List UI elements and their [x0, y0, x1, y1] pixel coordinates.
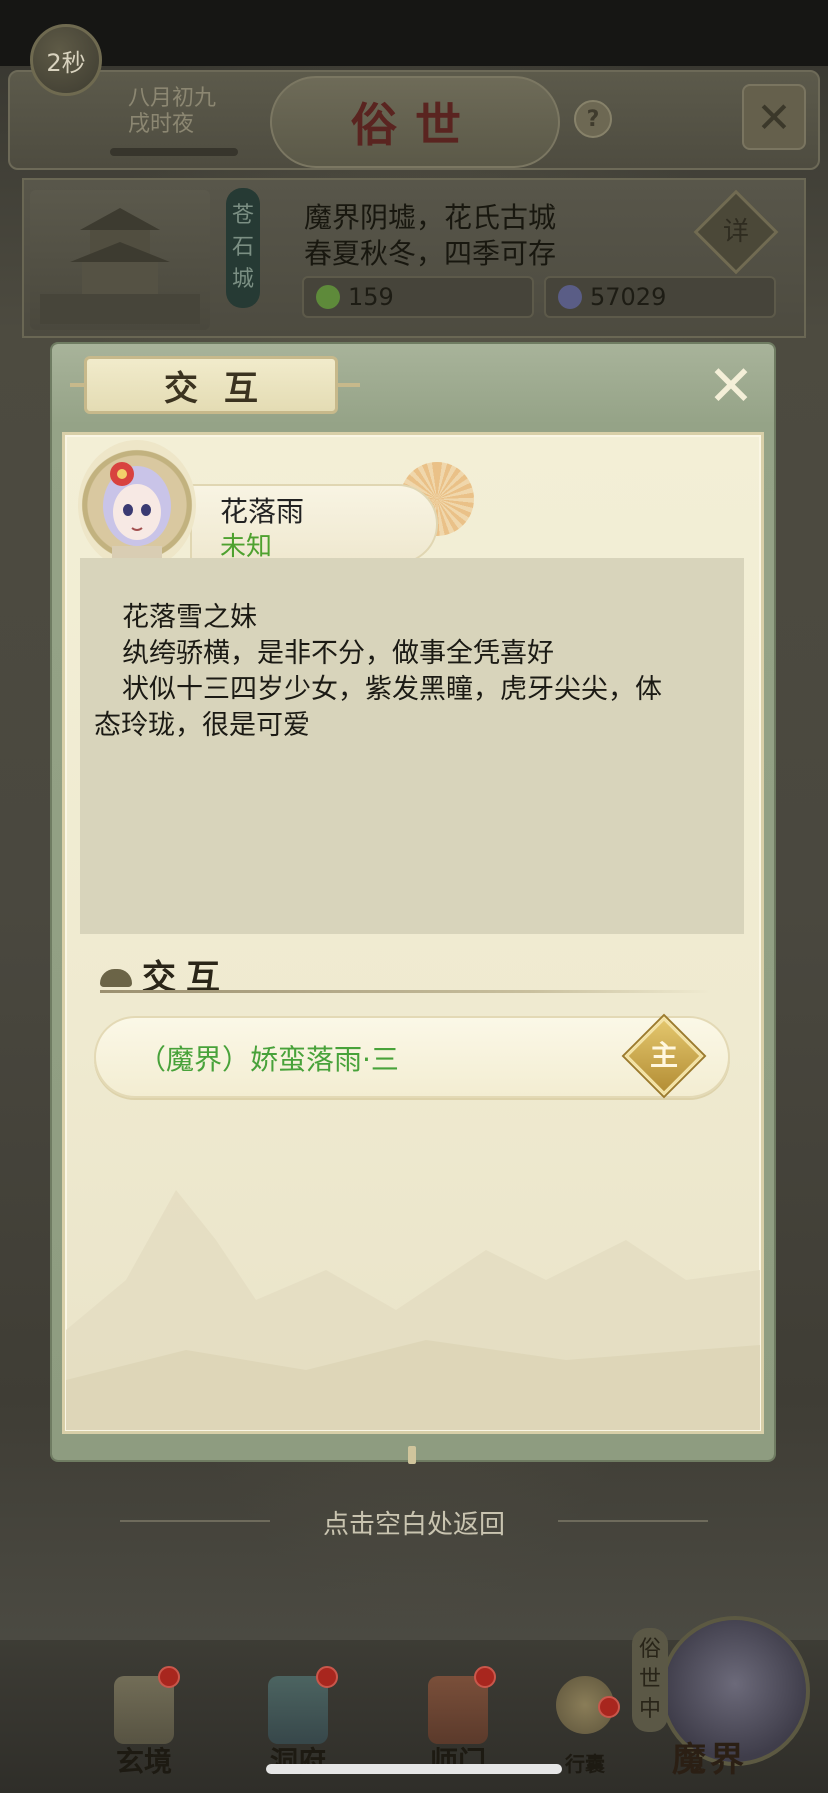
description-line: 状似十三四岁少女，紫发黑瞳，虎牙尖尖，体: [122, 674, 662, 705]
nav-label: 洞府: [269, 1745, 326, 1778]
timer-text: 2秒: [46, 48, 86, 77]
notification-dot: [158, 1666, 180, 1688]
timer-badge: 2秒: [30, 24, 102, 96]
castle-illustration: [30, 190, 210, 330]
pavilion-icon: [268, 1676, 328, 1744]
nav-item-xuanjing[interactable]: 玄境: [96, 1676, 192, 1778]
resource-coin: 57029: [544, 276, 776, 318]
leaf-icon: [316, 285, 340, 309]
home-indicator[interactable]: [266, 1764, 562, 1774]
detail-label: 详: [722, 217, 749, 247]
nav-item-xingnang[interactable]: 行囊: [540, 1676, 630, 1776]
main-quest-badge-text: 主: [649, 1039, 678, 1072]
city-char: 城: [231, 267, 254, 292]
page-title: 俗世: [270, 76, 560, 168]
city-char: 石: [231, 235, 254, 260]
mountain-decoration: [66, 1190, 760, 1430]
castle-icon: [40, 208, 200, 324]
description-line: 花落雪之妹: [122, 602, 257, 633]
time-progress-bar: [110, 148, 238, 156]
modal-title-text: 交互: [164, 368, 284, 409]
help-glyph: ?: [586, 106, 600, 132]
nav-label: 师门: [429, 1745, 486, 1778]
calendar-date: 八月初九 戌时夜: [128, 86, 216, 138]
location-desc-line: 魔界阴墟，花氏古城: [304, 201, 557, 234]
page-title-text: 俗世: [351, 98, 479, 152]
location-description: 魔界阴墟，花氏古城 春夏秋冬，四季可存: [304, 200, 556, 272]
resource-value: 57029: [590, 283, 667, 311]
help-icon[interactable]: ?: [574, 100, 612, 138]
location-desc-line: 春夏秋冬，四季可存: [304, 237, 557, 270]
modal-close-icon[interactable]: ✕: [706, 359, 756, 415]
modal-title: 交互: [84, 356, 338, 414]
tag-char: 世: [638, 1667, 661, 1692]
resource-spirit-stone: 159: [302, 276, 534, 318]
modal-bottom-ornament: [408, 1446, 416, 1464]
mojie-label[interactable]: 魔界: [672, 1732, 748, 1781]
section-divider: [100, 990, 712, 993]
tag-char: 俗: [638, 1637, 661, 1662]
date-line-1: 八月初九: [128, 86, 217, 111]
city-name-banner: 苍 石 城: [226, 188, 260, 308]
current-realm-tag: 俗 世 中: [632, 1628, 668, 1732]
description-line: 态玲珑，很是可爱: [94, 710, 310, 741]
notification-dot: [598, 1696, 620, 1718]
notification-dot: [474, 1666, 496, 1688]
hat-icon: [100, 969, 132, 987]
character-name: 花落雨: [220, 495, 305, 528]
top-close-icon[interactable]: ✕: [742, 84, 806, 150]
notification-dot: [316, 1666, 338, 1688]
status-bar: [0, 0, 828, 66]
tag-char: 中: [638, 1697, 661, 1722]
nav-item-shimen[interactable]: 师门: [410, 1676, 506, 1778]
resource-value: 159: [348, 283, 394, 311]
description-line: 纨绔骄横，是非不分，做事全凭喜好: [122, 638, 554, 669]
character-portrait-icon[interactable]: [92, 448, 182, 568]
interaction-option-label[interactable]: （魔界）娇蛮落雨·三: [138, 1038, 399, 1078]
city-char: 苍: [231, 203, 254, 228]
nav-item-dongfu[interactable]: 洞府: [250, 1676, 346, 1778]
return-hint: 点击空白处返回: [322, 1510, 505, 1540]
coin-icon: [558, 285, 582, 309]
date-line-2: 戌时夜: [128, 112, 195, 137]
nav-label: 玄境: [115, 1745, 172, 1778]
